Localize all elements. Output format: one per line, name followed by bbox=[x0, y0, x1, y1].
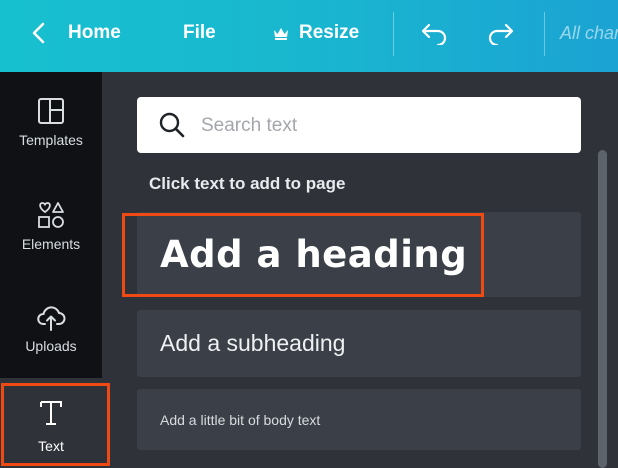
crown-icon bbox=[274, 28, 288, 40]
redo-button[interactable] bbox=[485, 0, 515, 66]
home-label: Home bbox=[68, 22, 121, 43]
chevron-left-icon bbox=[32, 22, 45, 44]
sidebar-item-text[interactable]: Text bbox=[0, 378, 102, 468]
templates-icon bbox=[38, 98, 64, 124]
search-box[interactable] bbox=[137, 97, 581, 153]
add-heading-label: Add a heading bbox=[160, 233, 468, 276]
sidebar-item-label: Elements bbox=[21, 236, 81, 252]
scrollbar-thumb[interactable] bbox=[598, 150, 607, 468]
add-subheading-button[interactable]: Add a subheading bbox=[137, 310, 581, 377]
sidebar-item-uploads[interactable]: Uploads bbox=[0, 278, 102, 378]
redo-icon bbox=[488, 23, 514, 45]
sidebar: Templates Elements Uploads bbox=[0, 72, 102, 378]
undo-icon bbox=[421, 23, 447, 45]
sidebar-item-label: Uploads bbox=[25, 338, 77, 354]
resize-button[interactable]: Resize bbox=[272, 0, 359, 66]
undo-button[interactable] bbox=[420, 0, 450, 66]
sidebar-item-label: Templates bbox=[19, 132, 83, 148]
file-label: File bbox=[183, 22, 216, 43]
sidebar-item-label: Text bbox=[38, 438, 64, 454]
search-icon bbox=[159, 112, 185, 138]
search-input[interactable] bbox=[199, 107, 563, 145]
toolbar-divider bbox=[393, 12, 394, 56]
elements-icon bbox=[38, 202, 64, 228]
add-body-text-label: Add a little bit of body text bbox=[160, 411, 321, 428]
add-body-text-button[interactable]: Add a little bit of body text bbox=[137, 389, 581, 450]
sidebar-item-elements[interactable]: Elements bbox=[0, 176, 102, 276]
upload-cloud-icon bbox=[37, 306, 66, 331]
file-menu-button[interactable]: File bbox=[183, 0, 216, 66]
section-title: Click text to add to page bbox=[149, 174, 346, 193]
home-button[interactable]: Home bbox=[30, 0, 121, 66]
sidebar-item-templates[interactable]: Templates bbox=[0, 72, 102, 172]
save-status: All changes saved bbox=[560, 22, 618, 43]
top-toolbar: Home File Resize All changes saved bbox=[0, 0, 618, 72]
add-subheading-label: Add a subheading bbox=[160, 330, 346, 356]
resize-label: Resize bbox=[299, 22, 360, 43]
add-heading-button[interactable]: Add a heading bbox=[137, 212, 581, 297]
toolbar-divider bbox=[544, 12, 545, 56]
text-icon bbox=[40, 401, 62, 425]
